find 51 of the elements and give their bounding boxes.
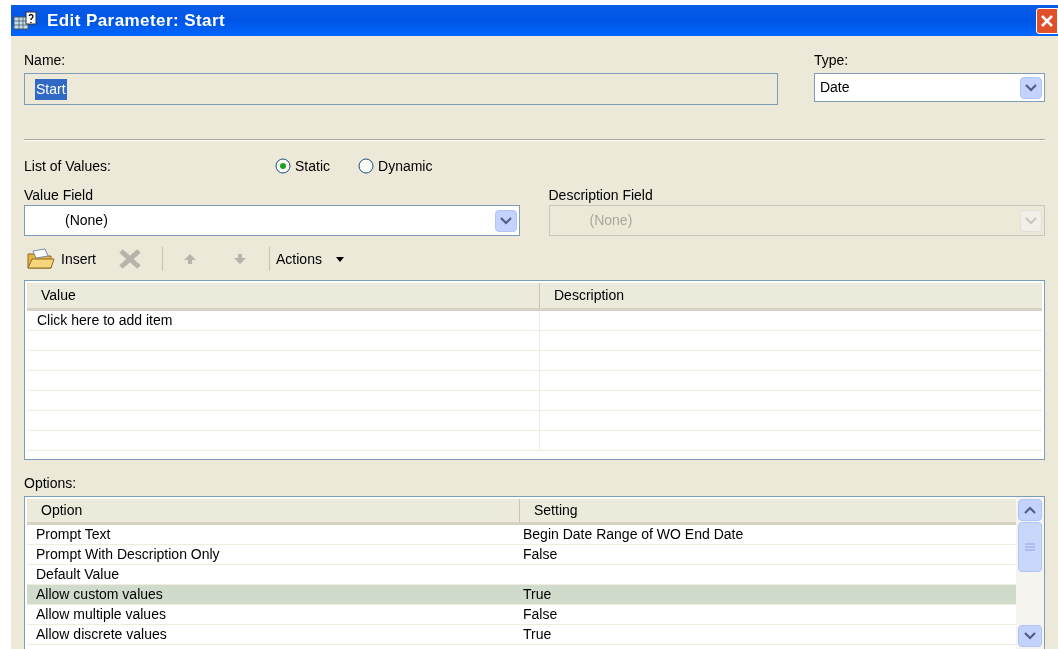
table-cell-text: Default Value: [35, 565, 120, 584]
window-title: Edit Parameter: Start: [47, 9, 226, 32]
type-dropdown[interactable]: Date: [813, 73, 1045, 102]
up-arrow-icon[interactable]: [183, 253, 197, 265]
table-cell-text: Prompt Text: [35, 525, 112, 544]
name-label: Name:: [24, 51, 67, 70]
table-cell-text: False: [522, 605, 559, 624]
scrollbar[interactable]: [1016, 497, 1044, 649]
down-arrow-icon[interactable]: [233, 253, 247, 265]
list-of-values-label: List of Values:: [24, 156, 112, 176]
column-header[interactable]: Option: [27, 499, 520, 522]
close-button[interactable]: [1036, 7, 1058, 34]
option-row[interactable]: Allow custom values True: [27, 585, 1016, 605]
dialog-icon: [13, 10, 37, 31]
option-row[interactable]: Prompt Text Begin Date Range of WO End Date: [27, 525, 1016, 545]
insert-button[interactable]: Insert: [27, 248, 96, 270]
close-icon: [1040, 13, 1054, 28]
column-header[interactable]: Description: [540, 283, 1042, 308]
radio-button[interactable]: Static: [275, 155, 330, 177]
radio-selected-icon: [275, 158, 291, 174]
table-cell-text: True: [522, 585, 553, 604]
scroll-thumb[interactable]: [1018, 522, 1042, 572]
column-header[interactable]: Setting: [520, 499, 1016, 522]
add-item-cell[interactable]: Click here to add item: [37, 310, 173, 331]
column-header[interactable]: Value: [27, 283, 540, 308]
scroll-down-icon[interactable]: [1018, 625, 1042, 647]
actions-menu-button[interactable]: Actions: [276, 248, 344, 270]
value-field-dropdown[interactable]: (None): [24, 205, 520, 236]
table-cell-text: Begin Date Range of WO End Date: [522, 525, 745, 544]
table-cell-text: Allow multiple values: [35, 605, 167, 624]
table-cell-text: Allow discrete values: [35, 625, 168, 644]
table-cell-text: Prompt With Description Only: [35, 545, 221, 564]
field-label: Description Field: [548, 186, 654, 205]
radio-icon: [358, 158, 374, 174]
caret-icon: [335, 256, 344, 262]
type-label: Type:: [813, 51, 850, 70]
table-cell-text: Allow custom values: [35, 585, 164, 604]
delete-icon[interactable]: [118, 248, 142, 270]
scroll-up-icon[interactable]: [1018, 499, 1042, 521]
option-row[interactable]: Prompt With Description Only False: [27, 545, 1016, 565]
table-cell-text: True: [522, 625, 553, 644]
option-row[interactable]: Allow multiple values False: [27, 605, 1016, 625]
table-cell-text: False: [522, 545, 559, 564]
name-field[interactable]: Start: [24, 73, 778, 105]
radio-button[interactable]: Dynamic: [358, 155, 433, 177]
folder-icon: [27, 248, 55, 270]
option-row[interactable]: Allow discrete values True: [27, 625, 1016, 645]
options-label: Options:: [23, 474, 78, 493]
field-label: Value Field: [24, 186, 94, 205]
option-row[interactable]: Default Value: [27, 565, 1016, 585]
selected-text: Start: [35, 78, 67, 100]
